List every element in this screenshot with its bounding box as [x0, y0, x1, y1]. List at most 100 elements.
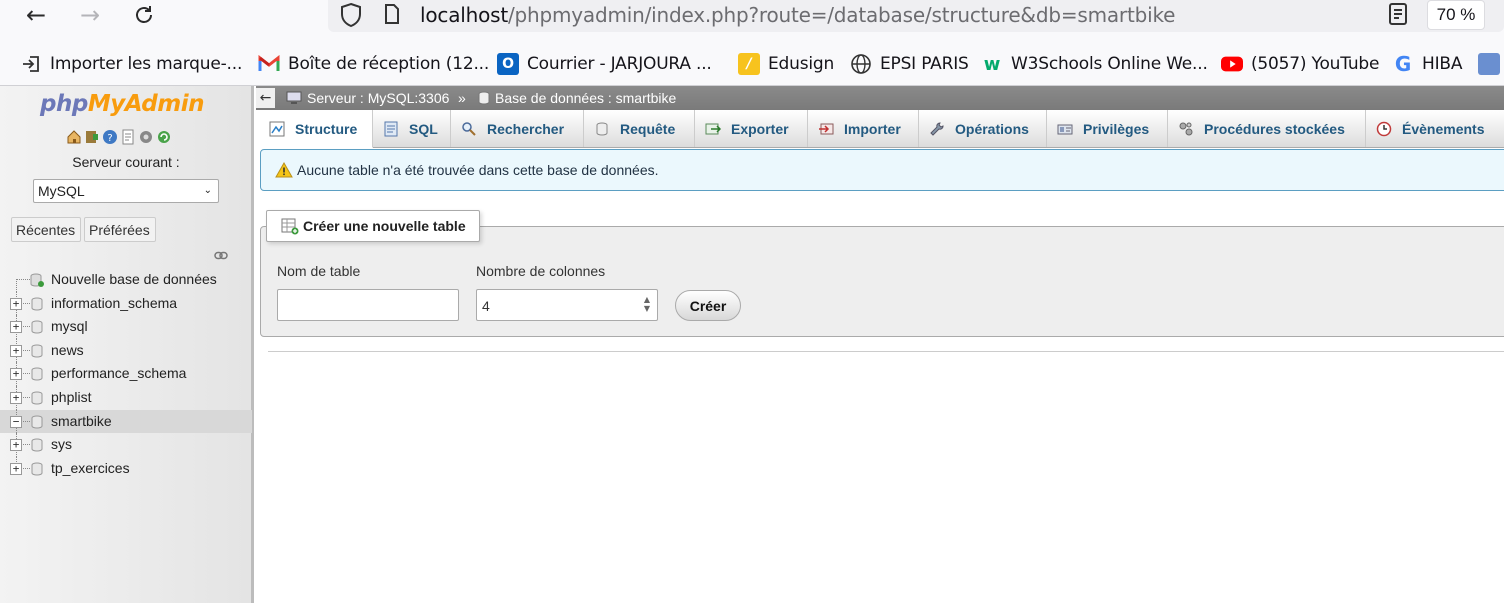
bookmark-outlook[interactable]: O Courrier - JARJOURA ...	[497, 51, 712, 77]
tab-recent[interactable]: Récentes	[11, 217, 81, 242]
page-info-icon[interactable]	[384, 3, 400, 25]
bookmark-w3schools[interactable]: w W3Schools Online We...	[981, 51, 1208, 77]
tree-label[interactable]: phplist	[51, 389, 91, 405]
youtube-icon	[1221, 53, 1243, 75]
zoom-level[interactable]: 70 %	[1427, 0, 1485, 30]
expand-icon[interactable]: +	[10, 297, 22, 310]
tree-label[interactable]: mysql	[51, 318, 88, 334]
logout-icon[interactable]	[84, 129, 100, 145]
collapse-panel-button[interactable]: ←	[256, 88, 275, 108]
table-name-input[interactable]	[277, 289, 459, 321]
columns-count-input[interactable]: 4 ▲ ▼	[476, 289, 658, 321]
server-select[interactable]: MySQL ⌄	[33, 179, 219, 203]
tab-bar: Structure SQL Rechercher Requête Exporte…	[259, 110, 1504, 148]
breadcrumb: ← Serveur : MySQL:3306 » Base de données…	[256, 86, 1504, 110]
browser-toolbar: ← → localhost/phpmyadmin/index.php?route…	[0, 0, 1504, 40]
avatar-icon	[1478, 53, 1500, 75]
database-icon	[31, 367, 43, 381]
collapse-icon[interactable]: −	[10, 415, 22, 428]
reload-button[interactable]	[124, 0, 164, 30]
tab-structure[interactable]: Structure	[259, 110, 373, 148]
bookmark-avatar[interactable]	[1478, 51, 1500, 77]
forward-button[interactable]: →	[70, 0, 110, 30]
tree-label[interactable]: performance_schema	[51, 365, 186, 381]
tab-export[interactable]: Exporter	[695, 110, 808, 147]
database-icon	[31, 415, 43, 429]
tree-db-mysql[interactable]: + mysql	[0, 315, 252, 339]
expand-icon[interactable]: +	[10, 344, 22, 357]
tree-label[interactable]: news	[51, 342, 84, 358]
database-icon	[31, 344, 43, 358]
tab-privileges[interactable]: Privilèges	[1047, 110, 1168, 147]
bookmark-hiba[interactable]: G HIBA	[1392, 51, 1463, 77]
globe-icon	[850, 53, 872, 75]
tab-operations[interactable]: Opérations	[919, 110, 1047, 147]
database-icon	[31, 320, 43, 334]
tree-db-information-schema[interactable]: + information_schema	[0, 291, 252, 316]
create-table-button[interactable]: Créer	[675, 290, 741, 321]
query-icon	[596, 122, 608, 136]
wrench-icon	[930, 122, 944, 136]
url-host: localhost	[420, 3, 508, 27]
url-path: /phpmyadmin/index.php?route=/database/st…	[507, 3, 1176, 27]
breadcrumb-server[interactable]: Serveur : MySQL:3306	[286, 90, 449, 106]
bookmark-epsi[interactable]: EPSI PARIS	[850, 51, 969, 77]
expand-icon[interactable]: +	[10, 462, 22, 475]
tree-label[interactable]: information_schema	[51, 295, 177, 311]
tree-label[interactable]: tp_exercices	[51, 460, 130, 476]
refresh-icon[interactable]	[156, 129, 172, 145]
bookmark-gmail[interactable]: Boîte de réception (12...	[258, 51, 489, 77]
events-icon	[1376, 121, 1392, 136]
new-table-icon	[281, 218, 299, 235]
import-icon	[20, 53, 42, 75]
back-button[interactable]: ←	[16, 0, 56, 30]
bookmark-import[interactable]: Importer les marque-...	[20, 51, 242, 77]
notice-text: Aucune table n'a été trouvée dans cette …	[297, 162, 659, 178]
structure-icon	[269, 121, 285, 136]
expand-icon[interactable]: +	[10, 321, 22, 334]
chevron-down-icon: ⌄	[203, 185, 212, 196]
database-icon	[31, 391, 43, 405]
expand-icon[interactable]: +	[10, 368, 22, 381]
tab-import[interactable]: Importer	[808, 110, 919, 147]
url-bar[interactable]: localhost/phpmyadmin/index.php?route=/da…	[328, 0, 1504, 32]
bookmark-youtube[interactable]: (5057) YouTube	[1221, 51, 1379, 77]
routines-icon	[1179, 122, 1193, 135]
tab-favorites[interactable]: Préférées	[84, 217, 156, 242]
tab-search[interactable]: Rechercher	[451, 110, 584, 147]
tree-db-news[interactable]: + news	[0, 338, 252, 363]
help-icon[interactable]: ?	[102, 129, 118, 145]
tab-sql[interactable]: SQL	[373, 110, 451, 147]
spinner-icon[interactable]: ▲ ▼	[641, 295, 653, 315]
columns-count-value: 4	[482, 298, 490, 314]
tab-query[interactable]: Requête	[584, 110, 695, 147]
database-tree: Nouvelle base de données + information_s…	[0, 268, 252, 480]
tab-routines[interactable]: Procédures stockées	[1168, 110, 1366, 147]
expand-icon[interactable]: +	[10, 439, 22, 452]
tree-label[interactable]: smartbike	[51, 413, 112, 429]
tree-db-sys[interactable]: + sys	[0, 433, 252, 457]
breadcrumb-database[interactable]: Base de données : smartbike	[478, 90, 676, 106]
bookmarks-bar: Importer les marque-... Boîte de récepti…	[0, 40, 1504, 86]
url-text[interactable]: localhost/phpmyadmin/index.php?route=/da…	[420, 3, 1175, 27]
shield-icon[interactable]	[340, 2, 362, 28]
tree-label[interactable]: sys	[51, 436, 72, 452]
phpmyadmin-logo[interactable]: phpMyAdmin	[40, 91, 204, 117]
bookmark-edusign[interactable]: / Edusign	[738, 51, 834, 77]
home-icon[interactable]	[66, 129, 82, 145]
reader-view-icon[interactable]	[1388, 2, 1408, 26]
database-icon	[31, 297, 43, 311]
tree-db-performance-schema[interactable]: + performance_schema	[0, 362, 252, 386]
tree-db-phplist[interactable]: + phplist	[0, 385, 252, 410]
gear-icon[interactable]	[138, 129, 154, 145]
tree-new-database[interactable]: Nouvelle base de données	[0, 268, 252, 292]
docs-icon[interactable]	[120, 129, 136, 145]
tab-events[interactable]: Évènements	[1366, 110, 1504, 147]
quick-links: ?	[66, 129, 172, 145]
reload-icon	[136, 6, 152, 23]
expand-icon[interactable]: +	[10, 391, 22, 404]
tree-db-smartbike[interactable]: − smartbike	[0, 409, 252, 434]
tree-db-tp-exercices[interactable]: + tp_exercices	[0, 456, 252, 481]
new-database-icon	[30, 273, 44, 287]
link-icon[interactable]	[214, 251, 228, 260]
